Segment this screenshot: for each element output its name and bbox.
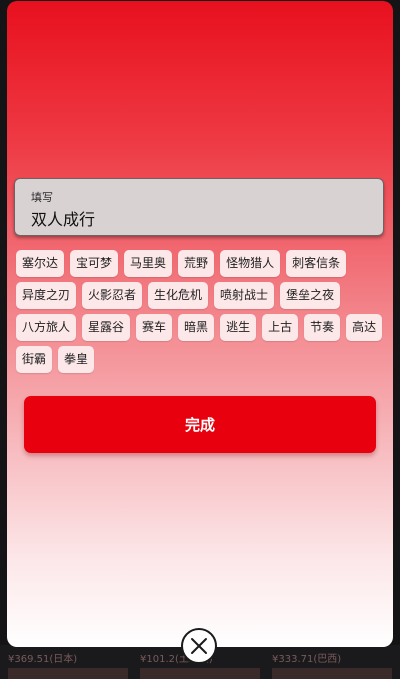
tag-chip[interactable]: 荒野	[178, 250, 215, 277]
close-button[interactable]	[181, 628, 217, 664]
tag-list: 塞尔达 宝可梦 马里奥 荒野 怪物猎人 刺客信条 异度之刃 火影忍者 生化危机 …	[16, 250, 388, 373]
input-label: 填写	[31, 191, 53, 204]
tag-chip[interactable]: 星露谷	[82, 314, 131, 341]
tag-chip[interactable]: 逃生	[220, 314, 257, 341]
tag-chip[interactable]: 暗黑	[178, 314, 215, 341]
tag-chip[interactable]: 堡垒之夜	[280, 282, 341, 309]
tag-chip[interactable]: 异度之刃	[16, 282, 77, 309]
close-icon	[191, 638, 207, 654]
search-sheet: 填写 双人成行 塞尔达 宝可梦 马里奥 荒野 怪物猎人 刺客信条 异度之刃 火影…	[7, 1, 393, 647]
tag-chip[interactable]: 上古	[262, 314, 299, 341]
tag-chip[interactable]: 八方旅人	[16, 314, 77, 341]
tag-chip[interactable]: 节奏	[304, 314, 341, 341]
tag-chip[interactable]: 赛车	[136, 314, 173, 341]
background-price: ¥369.51(日本)	[8, 654, 78, 665]
tag-chip[interactable]: 塞尔达	[16, 250, 65, 277]
tag-chip[interactable]: 怪物猎人	[220, 250, 281, 277]
tag-chip[interactable]: 火影忍者	[82, 282, 143, 309]
background-product-image	[140, 668, 260, 679]
tag-chip[interactable]: 拳皇	[58, 346, 95, 373]
tag-chip[interactable]: 生化危机	[148, 282, 209, 309]
background-price: ¥333.71(巴西)	[272, 654, 342, 665]
tag-chip[interactable]: 街霸	[16, 346, 53, 373]
background-product-image	[8, 668, 128, 679]
search-input[interactable]: 填写 双人成行	[14, 178, 384, 236]
tag-chip[interactable]: 宝可梦	[70, 250, 119, 277]
done-button[interactable]: 完成	[24, 396, 376, 453]
tag-chip[interactable]: 喷射战士	[214, 282, 275, 309]
input-value[interactable]: 双人成行	[31, 206, 95, 230]
background-product-image	[272, 668, 392, 679]
tag-chip[interactable]: 马里奥	[124, 250, 173, 277]
tag-chip[interactable]: 刺客信条	[286, 250, 347, 277]
tag-chip[interactable]: 高达	[346, 314, 383, 341]
